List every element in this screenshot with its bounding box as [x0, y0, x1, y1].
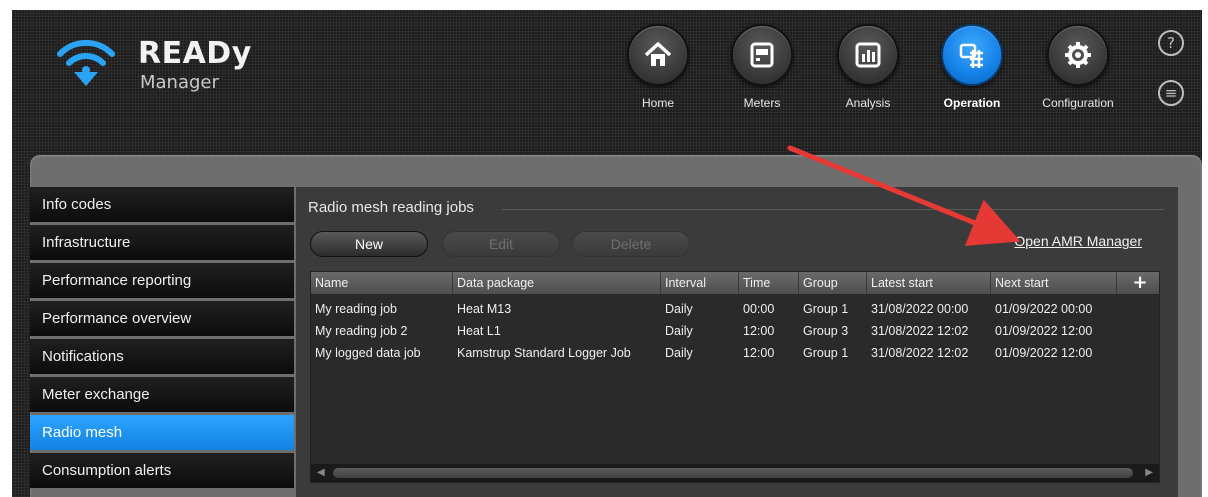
new-button[interactable]: New: [310, 231, 428, 257]
nav-operation[interactable]: Operation: [922, 24, 1022, 110]
app-title: READy: [138, 36, 252, 71]
nav-operation-button[interactable]: [941, 24, 1003, 86]
cell-data-package: Kamstrup Standard Logger Job: [457, 346, 631, 360]
nav-configuration[interactable]: Configuration: [1028, 24, 1128, 110]
edit-button[interactable]: Edit: [442, 231, 560, 257]
nav-home[interactable]: Home: [608, 24, 708, 110]
nav-operation-label: Operation: [943, 96, 1001, 110]
nav-analysis[interactable]: Analysis: [818, 24, 918, 110]
cell-latest-start: 31/08/2022 00:00: [871, 302, 969, 316]
sidebar-item-meter-exchange[interactable]: Meter exchange: [30, 377, 294, 412]
title-divider: [502, 209, 1164, 210]
nav-meters-button[interactable]: [731, 24, 793, 86]
radio-mesh-content: Radio mesh reading jobs New Edit Delete …: [296, 187, 1178, 497]
operation-icon: [959, 43, 983, 68]
meter-icon: [750, 42, 774, 68]
cell-time: 12:00: [743, 346, 775, 360]
column-header-group[interactable]: Group: [799, 272, 867, 294]
app-logo: READy Manager: [56, 30, 256, 93]
nav-analysis-label: Analysis: [845, 96, 891, 110]
scrollbar-thumb[interactable]: [333, 468, 1133, 478]
cell-name: My reading job: [315, 302, 397, 316]
nav-home-label: Home: [641, 96, 674, 110]
column-header-data-package[interactable]: Data package: [453, 272, 661, 294]
cell-data-package: Heat M13: [457, 302, 512, 316]
sidebar-item-notifications[interactable]: Notifications: [30, 339, 294, 374]
sidebar-item-radio-mesh[interactable]: Radio mesh: [30, 415, 294, 450]
cell-interval: Daily: [665, 324, 693, 338]
sidebar-item-infrastructure[interactable]: Infrastructure: [30, 225, 294, 260]
sidebar-item-consumption-alerts[interactable]: Consumption alerts: [30, 453, 294, 488]
cell-group: Group 1: [803, 302, 849, 316]
sidebar-nav: Info codes Infrastructure Performance re…: [30, 187, 294, 491]
open-amr-manager-link[interactable]: Open AMR Manager: [1014, 233, 1142, 249]
home-icon: [644, 42, 672, 66]
cell-name: My logged data job: [315, 346, 421, 360]
reading-jobs-table: Name Data package Interval Time Group La…: [310, 271, 1160, 483]
cell-latest-start: 31/08/2022 12:02: [871, 324, 969, 338]
cell-name: My reading job 2: [315, 324, 408, 338]
table-row[interactable]: My reading job 2 Heat L1 Daily 12:00 Gro…: [311, 320, 1159, 342]
bar-chart-icon: [855, 42, 881, 68]
column-header-interval[interactable]: Interval: [661, 272, 739, 294]
section-title: Radio mesh reading jobs: [308, 199, 474, 216]
nav-meters[interactable]: Meters: [712, 24, 812, 110]
scroll-right-icon[interactable]: ▶: [1145, 467, 1153, 478]
nav-configuration-label: Configuration: [1042, 96, 1114, 110]
column-header-next-start[interactable]: Next start: [991, 272, 1117, 294]
gear-icon: [1065, 42, 1091, 68]
horizontal-scrollbar[interactable]: ◀ ▶: [311, 464, 1159, 482]
cell-interval: Daily: [665, 346, 693, 360]
column-header-time[interactable]: Time: [739, 272, 799, 294]
table-row[interactable]: My reading job Heat M13 Daily 00:00 Grou…: [311, 298, 1159, 320]
cell-group: Group 3: [803, 324, 849, 338]
nav-home-button[interactable]: [627, 24, 689, 86]
wifi-logo-icon: [57, 39, 115, 86]
menu-icon[interactable]: ≡: [1158, 80, 1184, 106]
menu-glyph: ≡: [1164, 84, 1178, 102]
app-subtitle: Manager: [140, 72, 219, 93]
nav-analysis-button[interactable]: [837, 24, 899, 86]
scroll-left-icon[interactable]: ◀: [317, 467, 325, 478]
delete-button[interactable]: Delete: [572, 231, 690, 257]
cell-data-package: Heat L1: [457, 324, 501, 338]
column-header-latest-start[interactable]: Latest start: [867, 272, 991, 294]
cell-latest-start: 31/08/2022 12:02: [871, 346, 969, 360]
nav-meters-label: Meters: [743, 96, 781, 110]
column-header-name[interactable]: Name: [311, 272, 453, 294]
cell-next-start: 01/09/2022 00:00: [995, 302, 1093, 316]
cell-group: Group 1: [803, 346, 849, 360]
add-column-button[interactable]: +: [1125, 272, 1155, 294]
cell-interval: Daily: [665, 302, 693, 316]
nav-configuration-button[interactable]: [1047, 24, 1109, 86]
sidebar-item-info-codes[interactable]: Info codes: [30, 187, 294, 222]
cell-time: 12:00: [743, 324, 775, 338]
cell-time: 00:00: [743, 302, 775, 316]
sidebar-item-performance-overview[interactable]: Performance overview: [30, 301, 294, 336]
table-row[interactable]: My logged data job Kamstrup Standard Log…: [311, 342, 1159, 364]
table-header: Name Data package Interval Time Group La…: [311, 272, 1159, 294]
help-glyph: ?: [1167, 34, 1175, 52]
cell-next-start: 01/09/2022 12:00: [995, 324, 1093, 338]
help-icon[interactable]: ?: [1158, 30, 1184, 56]
cell-next-start: 01/09/2022 12:00: [995, 346, 1093, 360]
sidebar-item-performance-reporting[interactable]: Performance reporting: [30, 263, 294, 298]
